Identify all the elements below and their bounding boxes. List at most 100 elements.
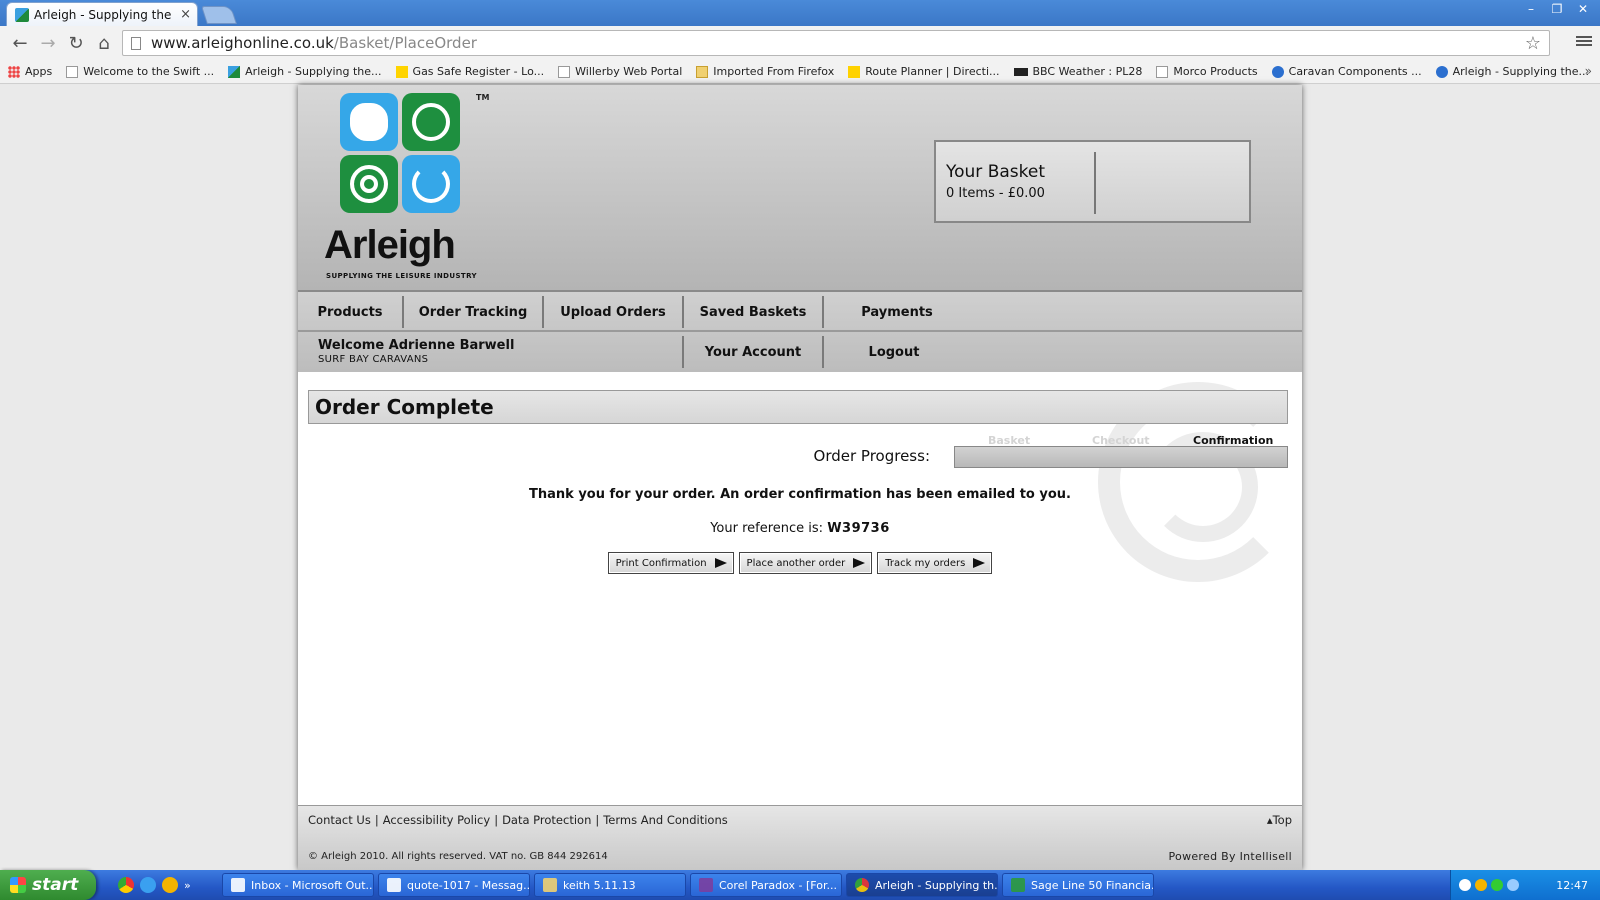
internet-explorer-icon[interactable] [140,877,156,893]
nav-order-tracking[interactable]: Order Tracking [404,296,544,328]
site-footer: Contact Us | Accessibility Policy | Data Pro… [298,805,1302,870]
order-actions: Print Confirmation Place another order T… [298,552,1302,574]
nav-payments[interactable]: Payments [824,296,970,328]
tab-close-icon[interactable]: × [180,7,191,22]
morco-icon [1156,65,1169,78]
bookmark-star-icon[interactable]: ☆ [1525,33,1541,54]
arleigh-icon [228,65,241,78]
home-button[interactable]: ⌂ [90,29,118,57]
nav-products[interactable]: Products [298,296,404,328]
sage-icon [1011,878,1025,892]
footer-powered-by[interactable]: Powered By Intellisell [1169,850,1293,863]
place-another-order-button[interactable]: Place another order [738,552,873,574]
tray-status-icon[interactable] [1491,879,1503,891]
page-title: Order Complete [308,390,1288,424]
chrome-icon [855,878,869,892]
welcome-company: SURF BAY CARAVANS [318,354,429,365]
quick-launch-more[interactable]: » [184,879,191,892]
globe-tile-icon [402,93,460,151]
task-keith-folder[interactable]: keith 5.11.13 [534,873,686,897]
bookmarks-overflow-button[interactable]: » [1585,64,1592,78]
site-container: TM Arleigh SUPPLYING THE LEISURE INDUSTR… [298,85,1302,870]
address-bar[interactable]: www.arleighonline.co.uk /Basket/PlaceOrd… [122,30,1550,56]
bookmark-apps[interactable]: Apps [8,65,52,78]
logo-wordmark: Arleigh [324,223,456,267]
bookmark-bbc-weather[interactable]: BBC Weather : PL28 [1013,65,1142,78]
arleigh-swirl-icon [1435,65,1448,78]
tray-back-icon[interactable] [1459,879,1471,891]
arrow-right-icon [973,558,986,568]
basket-title: Your Basket [946,162,1045,182]
tray-clock: 12:47 [1556,878,1588,892]
print-confirmation-label: Print Confirmation [615,557,707,569]
restore-button[interactable]: ❐ [1544,0,1570,18]
browser-menu-button[interactable] [1576,34,1592,50]
welcome-name: Welcome Adrienne Barwell [318,338,515,353]
bookmark-willerby[interactable]: Willerby Web Portal [558,65,682,78]
caravan-icon [1271,65,1284,78]
bookmark-caravan-components[interactable]: Caravan Components ... [1271,65,1422,78]
nav-your-account[interactable]: Your Account [684,336,824,368]
outlook-icon[interactable] [162,877,178,893]
bookmark-morco[interactable]: Morco Products [1156,65,1258,78]
page-icon [66,65,79,78]
bookmark-arleigh[interactable]: Arleigh - Supplying the... [228,65,382,78]
reference-label: Your reference is: [710,521,824,536]
close-window-button[interactable]: ✕ [1570,0,1596,18]
tab-title: Arleigh - Supplying the Leisu [34,7,176,22]
bookmark-gas-safe[interactable]: Gas Safe Register - Lo... [395,65,544,78]
arleigh-logo[interactable]: TM Arleigh SUPPLYING THE LEISURE INDUSTR… [324,93,489,283]
arleigh-favicon-icon [15,7,29,22]
order-thanks-message: Thank you for your order. An order confi… [529,487,1071,502]
folder-icon [543,878,557,892]
print-confirmation-button[interactable]: Print Confirmation [607,552,734,574]
windows-taskbar: start » Inbox - Microsoft Out... quote-1… [0,870,1600,900]
reload-button[interactable]: ↻ [62,29,90,57]
bookmark-arleigh-2[interactable]: Arleigh - Supplying the... [1435,65,1589,78]
task-quote-message[interactable]: quote-1017 - Messag... [378,873,530,897]
tray-network-icon[interactable] [1507,879,1519,891]
nav-row-primary: Products Order Tracking Upload Orders Sa… [298,292,1302,332]
paradox-icon [699,878,713,892]
envelope-icon [387,878,401,892]
order-reference: Your reference is: W39736 [298,521,1302,536]
back-button[interactable]: ← [6,29,34,57]
main-navigation: Products Order Tracking Upload Orders Sa… [298,290,1302,372]
system-tray: 12:47 [1450,870,1600,900]
bookmark-swift[interactable]: Welcome to the Swift ... [66,65,214,78]
nav-saved-baskets[interactable]: Saved Baskets [684,296,824,328]
task-arleigh-browser[interactable]: Arleigh - Supplying th... [846,873,998,897]
footer-terms[interactable]: Terms And Conditions [603,813,728,827]
footer-contact-us[interactable]: Contact Us [308,813,371,827]
quick-launch: » [118,877,218,893]
nav-logout[interactable]: Logout [824,336,964,368]
forward-button[interactable]: → [34,29,62,57]
task-corel-paradox[interactable]: Corel Paradox - [For... [690,873,842,897]
start-button[interactable]: start [0,870,96,900]
footer-copyright: © Arleigh 2010. All rights reserved. VAT… [308,851,608,862]
aa-icon [848,65,861,78]
minimize-button[interactable]: – [1518,0,1544,18]
new-tab-button[interactable] [201,6,237,24]
nav-upload-orders[interactable]: Upload Orders [544,296,684,328]
tray-outlook-icon[interactable] [1475,879,1487,891]
basket-divider [1094,152,1096,214]
browser-toolbar: ← → ↻ ⌂ www.arleighonline.co.uk /Basket/… [0,26,1600,60]
back-to-top-link[interactable]: ▴Top [1267,813,1292,827]
bookmark-firefox-folder[interactable]: Imported From Firefox [696,65,834,78]
footer-data-protection[interactable]: Data Protection [502,813,591,827]
basket-count: 0 Items - £0.00 [946,186,1045,201]
place-another-order-label: Place another order [746,557,846,569]
site-header: TM Arleigh SUPPLYING THE LEISURE INDUSTR… [298,85,1302,290]
reference-value: W39736 [827,521,890,536]
footer-accessibility[interactable]: Accessibility Policy [383,813,491,827]
bookmark-route-planner[interactable]: Route Planner | Directi... [848,65,1000,78]
browser-tab[interactable]: Arleigh - Supplying the Leisu × [6,2,198,26]
track-my-orders-button[interactable]: Track my orders [877,552,993,574]
task-outlook-inbox[interactable]: Inbox - Microsoft Out... [222,873,374,897]
url-path: /Basket/PlaceOrder [333,34,477,52]
welcome-block: Welcome Adrienne Barwell SURF BAY CARAVA… [318,338,514,365]
task-sage-line-50[interactable]: Sage Line 50 Financia... [1002,873,1154,897]
chrome-icon[interactable] [118,877,134,893]
basket-summary[interactable]: Your Basket 0 Items - £0.00 [934,140,1251,223]
